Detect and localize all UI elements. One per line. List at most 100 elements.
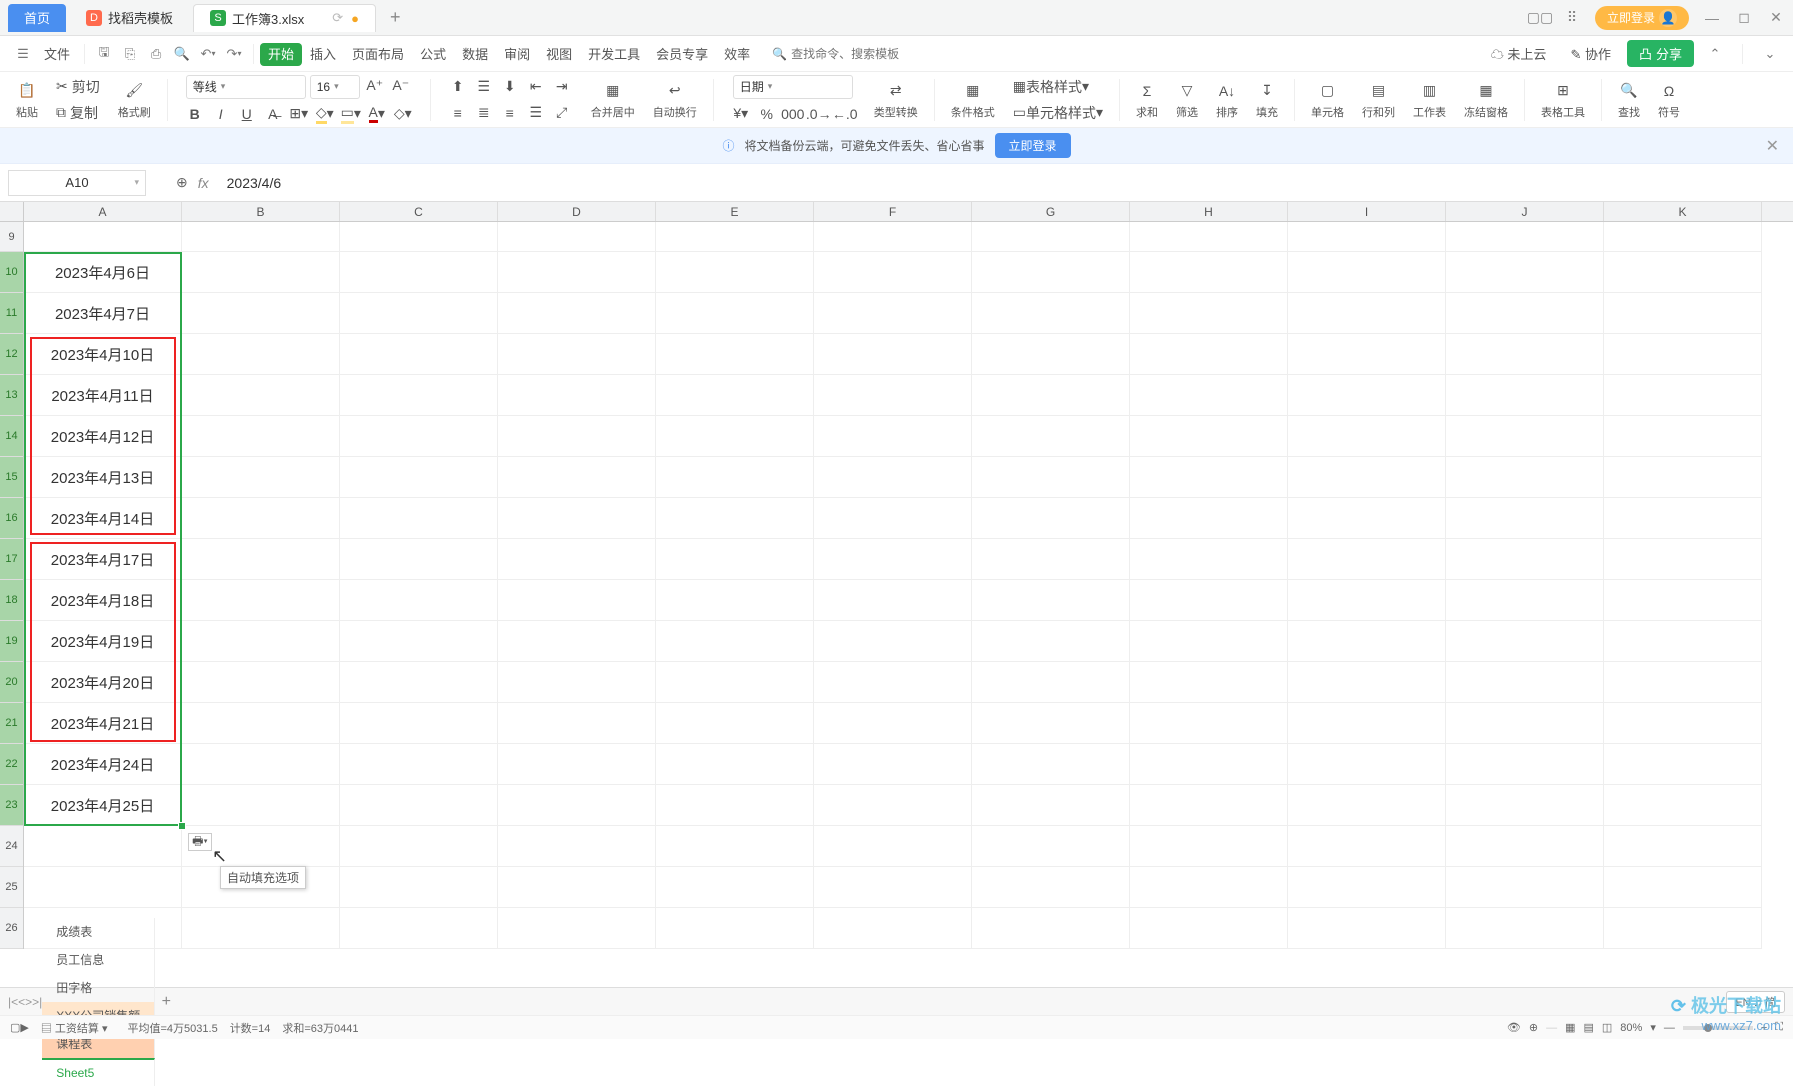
col-header-E[interactable]: E bbox=[656, 202, 814, 221]
cell-G15[interactable] bbox=[972, 457, 1130, 498]
cell-E25[interactable] bbox=[656, 867, 814, 908]
col-header-H[interactable]: H bbox=[1130, 202, 1288, 221]
cut-button[interactable]: ✂ 剪切 bbox=[56, 76, 100, 98]
cell-I24[interactable] bbox=[1288, 826, 1446, 867]
sum-button[interactable]: Σ求和 bbox=[1130, 80, 1164, 120]
layout-icon[interactable]: ▢▢ bbox=[1531, 9, 1549, 27]
cell-D12[interactable] bbox=[498, 334, 656, 375]
cell-D17[interactable] bbox=[498, 539, 656, 580]
row-header-13[interactable]: 13 bbox=[0, 375, 23, 416]
ribbon-more-icon[interactable]: ⌄ bbox=[1759, 43, 1781, 65]
cell-D22[interactable] bbox=[498, 744, 656, 785]
col-header-G[interactable]: G bbox=[972, 202, 1130, 221]
merge-button[interactable]: ▦合并居中 bbox=[585, 80, 641, 120]
decrease-font-icon[interactable]: A⁻ bbox=[390, 75, 412, 97]
rowcol-button[interactable]: ▤行和列 bbox=[1356, 80, 1401, 120]
cell-F24[interactable] bbox=[814, 826, 972, 867]
menu-tab-0[interactable]: 开始 bbox=[260, 43, 302, 66]
apps-icon[interactable]: ⠿ bbox=[1563, 9, 1581, 27]
col-header-A[interactable]: A bbox=[24, 202, 182, 221]
menu-tab-8[interactable]: 会员专享 bbox=[648, 43, 716, 66]
align-center-icon[interactable]: ≣ bbox=[473, 102, 495, 124]
view-read-icon[interactable]: ⊕ bbox=[1529, 1021, 1538, 1034]
cell-G12[interactable] bbox=[972, 334, 1130, 375]
ime-indicator[interactable]: EN ♫ 简 bbox=[1726, 991, 1785, 1013]
cell-I23[interactable] bbox=[1288, 785, 1446, 826]
select-all-corner[interactable] bbox=[0, 202, 24, 221]
increase-font-icon[interactable]: A⁺ bbox=[364, 75, 386, 97]
row-header-26[interactable]: 26 bbox=[0, 908, 23, 949]
cell-D9[interactable] bbox=[498, 222, 656, 252]
cell-B19[interactable] bbox=[182, 621, 340, 662]
row-header-16[interactable]: 16 bbox=[0, 498, 23, 539]
orientation-icon[interactable]: ⤢ bbox=[551, 102, 573, 124]
wrap-button[interactable]: ↩自动换行 bbox=[647, 80, 703, 120]
cell-J16[interactable] bbox=[1446, 498, 1604, 539]
cell-J22[interactable] bbox=[1446, 744, 1604, 785]
cell-E10[interactable] bbox=[656, 252, 814, 293]
cell-A14[interactable]: 2023年4月12日 bbox=[24, 416, 182, 457]
cell-H19[interactable] bbox=[1130, 621, 1288, 662]
cell-J15[interactable] bbox=[1446, 457, 1604, 498]
zoom-value[interactable]: 80% bbox=[1620, 1022, 1642, 1034]
cell-C26[interactable] bbox=[340, 908, 498, 949]
cell-G26[interactable] bbox=[972, 908, 1130, 949]
format-painter-button[interactable]: 🖌 格式刷 bbox=[112, 80, 157, 120]
row-header-22[interactable]: 22 bbox=[0, 744, 23, 785]
cell-I13[interactable] bbox=[1288, 375, 1446, 416]
sheet-tab-1[interactable]: 员工信息 bbox=[42, 946, 155, 974]
row-header-24[interactable]: 24 bbox=[0, 826, 23, 867]
cell-C12[interactable] bbox=[340, 334, 498, 375]
cell-C23[interactable] bbox=[340, 785, 498, 826]
copy-button[interactable]: ⧉ 复制 bbox=[56, 102, 98, 124]
close-window-button[interactable]: ✕ bbox=[1767, 9, 1785, 27]
border-icon[interactable]: ⊞▾ bbox=[288, 103, 310, 125]
table-style-button[interactable]: ▦ 表格样式▾ bbox=[1013, 76, 1089, 98]
cell-C10[interactable] bbox=[340, 252, 498, 293]
row-header-21[interactable]: 21 bbox=[0, 703, 23, 744]
cell-H13[interactable] bbox=[1130, 375, 1288, 416]
cell-G21[interactable] bbox=[972, 703, 1130, 744]
cell-K20[interactable] bbox=[1604, 662, 1762, 703]
cell-G22[interactable] bbox=[972, 744, 1130, 785]
cell-I20[interactable] bbox=[1288, 662, 1446, 703]
cell-K26[interactable] bbox=[1604, 908, 1762, 949]
cell-G23[interactable] bbox=[972, 785, 1130, 826]
cell-G16[interactable] bbox=[972, 498, 1130, 539]
cell-A12[interactable]: 2023年4月10日 bbox=[24, 334, 182, 375]
record-icon[interactable]: ▢▶ bbox=[10, 1021, 29, 1034]
cell-H9[interactable] bbox=[1130, 222, 1288, 252]
cell-K24[interactable] bbox=[1604, 826, 1762, 867]
align-right-icon[interactable]: ≡ bbox=[499, 102, 521, 124]
new-tab-button[interactable]: + bbox=[390, 7, 401, 28]
cell-I26[interactable] bbox=[1288, 908, 1446, 949]
expand-fx-icon[interactable]: ⊕ bbox=[176, 174, 188, 191]
cell-K10[interactable] bbox=[1604, 252, 1762, 293]
align-left-icon[interactable]: ≡ bbox=[447, 102, 469, 124]
cell-C24[interactable] bbox=[340, 826, 498, 867]
cell-B16[interactable] bbox=[182, 498, 340, 539]
cell-I19[interactable] bbox=[1288, 621, 1446, 662]
cell-J11[interactable] bbox=[1446, 293, 1604, 334]
save-icon[interactable]: 🖫 bbox=[93, 43, 115, 65]
underline-icon[interactable]: U bbox=[236, 103, 258, 125]
cell-J14[interactable] bbox=[1446, 416, 1604, 457]
cell-G14[interactable] bbox=[972, 416, 1130, 457]
cell-E14[interactable] bbox=[656, 416, 814, 457]
cell-I12[interactable] bbox=[1288, 334, 1446, 375]
cell-A18[interactable]: 2023年4月18日 bbox=[24, 580, 182, 621]
cell-I11[interactable] bbox=[1288, 293, 1446, 334]
cloud-status[interactable]: ☁ 未上云 bbox=[1483, 40, 1555, 67]
cell-H22[interactable] bbox=[1130, 744, 1288, 785]
cell-E19[interactable] bbox=[656, 621, 814, 662]
row-header-9[interactable]: 9 bbox=[0, 222, 23, 252]
cell-J26[interactable] bbox=[1446, 908, 1604, 949]
cell-B22[interactable] bbox=[182, 744, 340, 785]
cell-K18[interactable] bbox=[1604, 580, 1762, 621]
cell-G13[interactable] bbox=[972, 375, 1130, 416]
banner-close-icon[interactable]: ✕ bbox=[1766, 136, 1779, 156]
cell-K16[interactable] bbox=[1604, 498, 1762, 539]
zoom-out-button[interactable]: — bbox=[1664, 1022, 1675, 1034]
cell-D10[interactable] bbox=[498, 252, 656, 293]
cell-J12[interactable] bbox=[1446, 334, 1604, 375]
